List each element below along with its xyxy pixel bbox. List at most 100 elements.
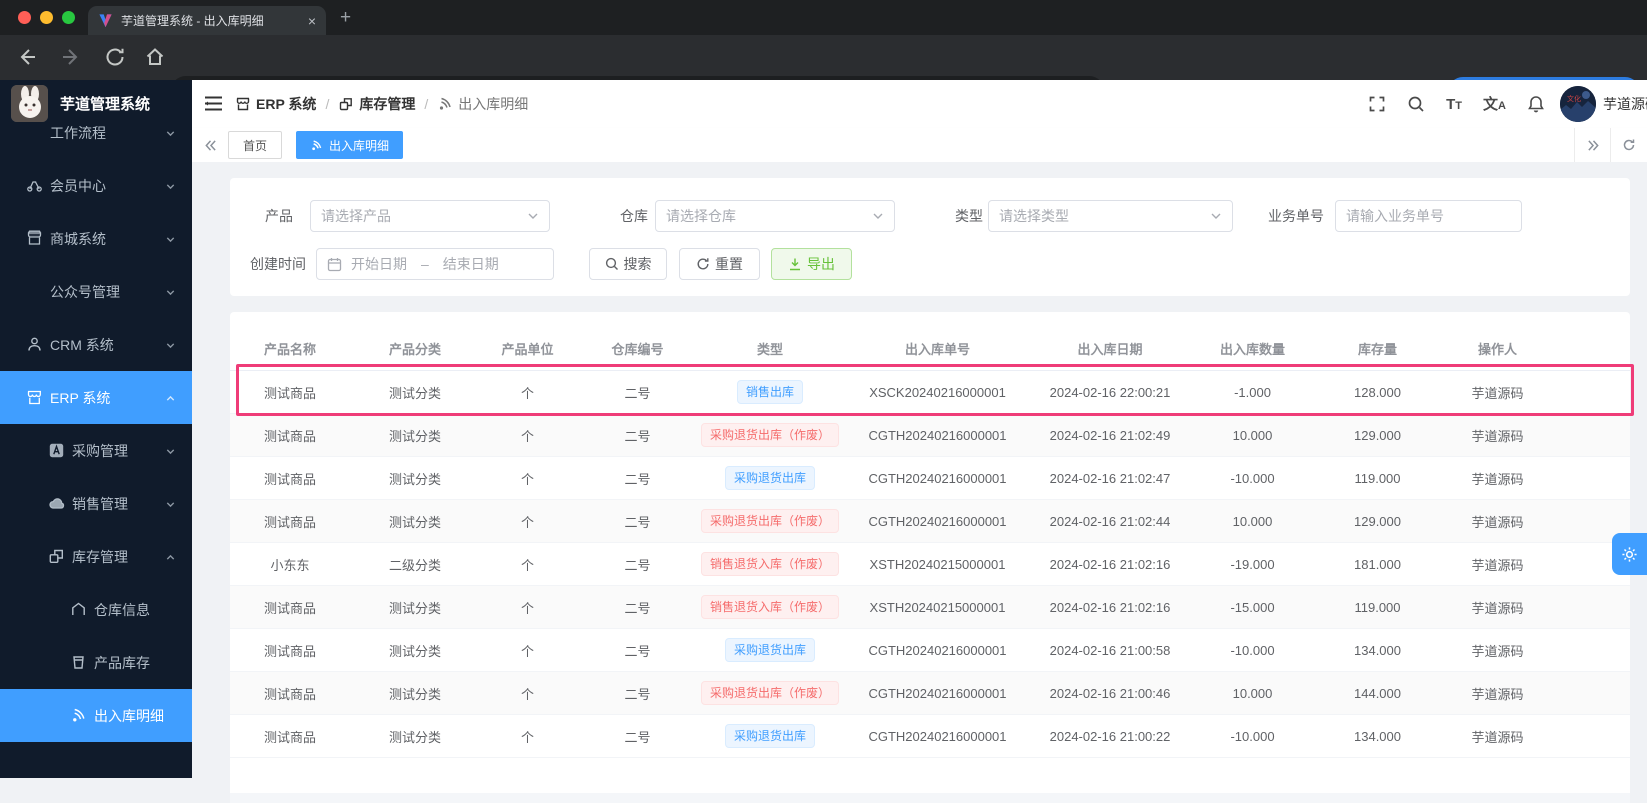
cell: 10.000 <box>1185 671 1320 715</box>
type-tag-cell: 采购退货出库 <box>700 714 840 758</box>
favicon <box>98 13 113 28</box>
reload-icon[interactable] <box>104 46 126 68</box>
product-select[interactable]: 请选择产品 <box>310 200 550 232</box>
window-controls[interactable] <box>18 11 75 24</box>
back-icon[interactable] <box>16 46 38 68</box>
close-window-icon[interactable] <box>18 11 31 24</box>
bizno-label: 业务单号 <box>1268 208 1324 224</box>
type-tag-cell: 销售退货入库（作废） <box>700 542 840 586</box>
sidebar-item-6[interactable]: 采购管理 <box>0 424 192 477</box>
sidebar-item-2[interactable]: 商城系统 <box>0 212 192 265</box>
browser-tab[interactable]: 芋道管理系统 - 出入库明细 × <box>88 6 326 35</box>
search-icon[interactable] <box>1407 95 1425 113</box>
font-size-icon[interactable]: TT <box>1446 97 1462 112</box>
cell: 10.000 <box>1185 413 1320 457</box>
cell: 144.000 <box>1320 671 1435 715</box>
tab-home[interactable]: 首页 <box>228 131 283 159</box>
sidebar-item-4[interactable]: CRM 系统 <box>0 318 192 371</box>
table-row[interactable]: 测试商品 测试分类个二号 采购退货出库 CGTH20240216000001 2024-… <box>230 456 1630 500</box>
end-date-placeholder[interactable]: 结束日期 <box>443 254 499 274</box>
forward-icon[interactable] <box>60 46 82 68</box>
bizno-input[interactable]: 请输入业务单号 <box>1335 200 1522 232</box>
reset-button[interactable]: 重置 <box>679 248 760 280</box>
tabs-scroll-left-icon[interactable] <box>196 128 224 162</box>
table-row[interactable]: 小东东 二级分类个二号 销售退货入库（作废） XSTH20240215000001 20… <box>230 542 1630 586</box>
date-range-input[interactable]: 开始日期 – 结束日期 <box>316 248 554 280</box>
table-row[interactable]: 测试商品 测试分类个二号 采购退货出库（作废） CGTH20240216000001 2… <box>230 413 1630 457</box>
column-header: 产品单位 <box>480 326 575 371</box>
type-tag-cell: 采购退货出库 <box>700 628 840 672</box>
cell: 134.000 <box>1320 628 1435 672</box>
sidebar-item-label: 销售管理 <box>72 495 128 512</box>
search-button[interactable]: 搜索 <box>589 248 667 280</box>
start-date-placeholder[interactable]: 开始日期 <box>351 254 407 274</box>
export-button[interactable]: 导出 <box>771 248 852 280</box>
cell: 测试分类 <box>350 456 480 500</box>
tab-stock-record[interactable]: 出入库明细 <box>296 131 404 159</box>
table-row[interactable]: 测试商品 测试分类个二号 销售退货入库（作废） XSTH20240215000001 2… <box>230 585 1630 629</box>
table-scrollbar-track[interactable] <box>230 793 1630 803</box>
notification-bell-icon[interactable] <box>1527 95 1545 113</box>
cell: 芋道源码 <box>1435 413 1560 457</box>
cell: 个 <box>480 542 575 586</box>
cell: 测试商品 <box>230 499 350 543</box>
cell: 二号 <box>575 671 700 715</box>
cell: -10.000 <box>1185 628 1320 672</box>
cell: 芋道源码 <box>1435 714 1560 758</box>
boxes-icon <box>338 96 354 112</box>
app-logo[interactable]: 芋道管理系统 <box>0 80 192 126</box>
home-icon[interactable] <box>144 46 166 68</box>
zoom-window-icon[interactable] <box>62 11 75 24</box>
cell: CGTH20240216000001 <box>840 628 1035 672</box>
browser-tabstrip: 芋道管理系统 - 出入库明细 × + <box>0 0 1647 35</box>
floating-settings-button[interactable] <box>1612 533 1647 575</box>
table-row[interactable]: 测试商品 测试分类个二号 采购退货出库（作废） CGTH20240216000001 2… <box>230 671 1630 715</box>
locale-icon[interactable]: 文A <box>1483 97 1506 112</box>
warehouse-select[interactable]: 请选择仓库 <box>655 200 895 232</box>
user-menu[interactable]: 文化 芋道源码 <box>1560 80 1647 128</box>
minimize-window-icon[interactable] <box>40 11 53 24</box>
chevron-down-icon <box>165 287 176 298</box>
chevron-up-icon <box>165 552 176 563</box>
table-row[interactable]: 测试商品 测试分类个二号 采购退货出库 CGTH20240216000001 2024-… <box>230 714 1630 758</box>
header-actions: TT 文A <box>1368 80 1545 128</box>
cell: 129.000 <box>1320 413 1435 457</box>
cell: 芋道源码 <box>1435 542 1560 586</box>
breadcrumb-item-erp[interactable]: ERP 系统 <box>235 94 316 114</box>
sidebar-menu: 工作流程 会员中心 商城系统 公众号管理 CRM 系统 ERP 系统 采购管理 销售管理 库存管… <box>0 106 192 742</box>
type-tag: 采购退货出库 <box>724 466 815 490</box>
sidebar-item-8[interactable]: 库存管理 <box>0 530 192 583</box>
tab-close-icon[interactable]: × <box>308 14 316 28</box>
sidebar-item-3[interactable]: 公众号管理 <box>0 265 192 318</box>
type-select[interactable]: 请选择类型 <box>988 200 1233 232</box>
sidebar-item-5[interactable]: ERP 系统 <box>0 371 192 424</box>
table-row[interactable]: 测试商品 测试分类个二号 采购退货出库（作废） CGTH20240216000001 2… <box>230 499 1630 543</box>
cell: 个 <box>480 628 575 672</box>
sidebar-item-9[interactable]: 仓库信息 <box>0 583 192 636</box>
sidebar-item-11[interactable]: 出入库明细 <box>0 689 192 742</box>
new-tab-icon[interactable]: + <box>340 8 351 27</box>
table-row[interactable]: 测试商品 测试分类个二号 销售出库 XSCK20240216000001 2024-02… <box>230 370 1630 414</box>
browser-tab-title: 芋道管理系统 - 出入库明细 <box>121 14 264 28</box>
cell: -10.000 <box>1185 456 1320 500</box>
sidebar-item-1[interactable]: 会员中心 <box>0 159 192 212</box>
table-row[interactable]: 测试商品 测试分类个二号 采购退货出库 CGTH20240216000001 2024-… <box>230 628 1630 672</box>
cell: 二号 <box>575 585 700 629</box>
cell: CGTH20240216000001 <box>840 456 1035 500</box>
chevron-down-icon <box>527 210 539 222</box>
menu-fold-icon[interactable] <box>204 95 223 112</box>
column-header: 出入库单号 <box>840 326 1035 371</box>
tabs-scroll-right-icon[interactable] <box>1574 128 1611 162</box>
sidebar-item-label: 出入库明细 <box>94 707 164 724</box>
fullscreen-icon[interactable] <box>1368 95 1386 113</box>
tab-refresh-icon[interactable] <box>1610 128 1647 162</box>
chevron-down-icon <box>165 234 176 245</box>
chevron-down-icon <box>165 499 176 510</box>
cell: 二号 <box>575 542 700 586</box>
breadcrumb-item-stock[interactable]: 库存管理 <box>338 94 415 114</box>
table-body: 测试商品 测试分类个二号 销售出库 XSCK20240216000001 2024-02… <box>230 370 1630 758</box>
cell: 181.000 <box>1320 542 1435 586</box>
cell: 芋道源码 <box>1435 628 1560 672</box>
sidebar-item-10[interactable]: 产品库存 <box>0 636 192 689</box>
sidebar-item-7[interactable]: 销售管理 <box>0 477 192 530</box>
